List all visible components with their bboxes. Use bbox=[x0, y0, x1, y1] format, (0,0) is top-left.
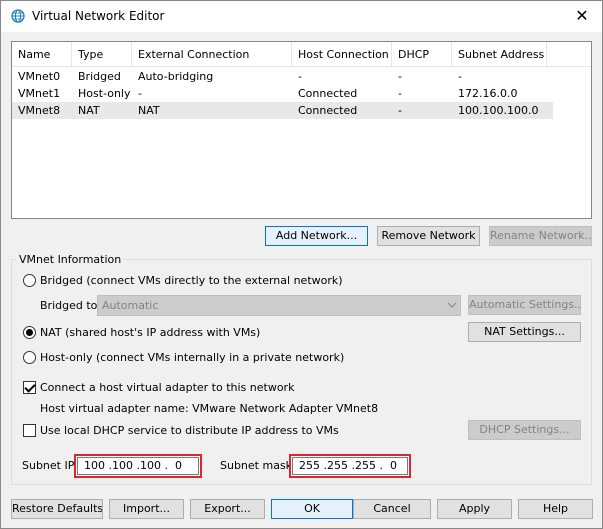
cell-external-connection: NAT bbox=[138, 104, 160, 117]
column-header-external-connection[interactable]: External Connection bbox=[132, 42, 292, 66]
add-network-button[interactable]: Add Network... bbox=[265, 226, 368, 246]
remove-network-button[interactable]: Remove Network bbox=[377, 226, 480, 246]
host-only-label[interactable]: Host-only (connect VMs internally in a p… bbox=[40, 351, 344, 364]
title-bar: Virtual Network Editor ✕ bbox=[1, 1, 602, 32]
nat-label[interactable]: NAT (shared host's IP address with VMs) bbox=[40, 326, 260, 339]
close-icon[interactable]: ✕ bbox=[572, 6, 592, 26]
table-row-selected[interactable]: VMnet8 NAT NAT Connected - 100.100.100.0 bbox=[12, 102, 553, 119]
virtual-network-editor-window: Virtual Network Editor ✕ Name Type Exter… bbox=[0, 0, 603, 529]
cell-subnet-address: 172.16.0.0 bbox=[458, 87, 518, 100]
connect-host-adapter-label[interactable]: Connect a host virtual adapter to this n… bbox=[40, 381, 294, 394]
export-button[interactable]: Export... bbox=[190, 499, 265, 519]
column-header-subnet-address[interactable]: Subnet Address bbox=[452, 42, 547, 66]
use-local-dhcp-checkbox[interactable] bbox=[23, 424, 36, 437]
subnet-ip-highlight: 100 .100 .100 . 0 bbox=[74, 454, 202, 478]
subnet-mask-input[interactable]: 255 .255 .255 . 0 bbox=[292, 457, 408, 475]
cell-external-connection: Auto-bridging bbox=[138, 70, 214, 83]
cell-type: NAT bbox=[78, 104, 100, 117]
bridged-to-value: Automatic bbox=[102, 299, 159, 312]
cell-name: VMnet1 bbox=[18, 87, 61, 100]
column-header-name[interactable]: Name bbox=[12, 42, 72, 66]
subnet-mask-highlight: 255 .255 .255 . 0 bbox=[289, 454, 411, 478]
use-local-dhcp-label[interactable]: Use local DHCP service to distribute IP … bbox=[40, 424, 339, 437]
column-header-host-connection[interactable]: Host Connection bbox=[292, 42, 392, 66]
cell-host-connection: Connected bbox=[298, 104, 358, 117]
cell-dhcp: - bbox=[398, 87, 402, 100]
help-button[interactable]: Help bbox=[518, 499, 593, 519]
chevron-down-icon bbox=[448, 302, 456, 308]
network-globe-icon bbox=[11, 9, 25, 23]
network-list[interactable]: Name Type External Connection Host Conne… bbox=[11, 41, 592, 219]
cell-host-connection: - bbox=[298, 70, 302, 83]
cell-type: Bridged bbox=[78, 70, 121, 83]
subnet-mask-label: Subnet mask: bbox=[220, 459, 296, 472]
cell-subnet-address: 100.100.100.0 bbox=[458, 104, 539, 117]
rename-network-button[interactable]: Rename Network... bbox=[489, 226, 592, 246]
column-header-dhcp[interactable]: DHCP bbox=[392, 42, 452, 66]
subnet-ip-label: Subnet IP: bbox=[22, 459, 79, 472]
cell-name: VMnet0 bbox=[18, 70, 61, 83]
vmnet-information-legend: VMnet Information bbox=[16, 253, 125, 266]
table-row[interactable]: VMnet1 Host-only - Connected - 172.16.0.… bbox=[12, 85, 553, 102]
vmnet-information-group bbox=[11, 259, 592, 485]
subnet-ip-input[interactable]: 100 .100 .100 . 0 bbox=[77, 457, 199, 475]
connect-host-adapter-checkbox[interactable] bbox=[23, 381, 36, 394]
window-title: Virtual Network Editor bbox=[32, 9, 165, 23]
host-adapter-name: Host virtual adapter name: VMware Networ… bbox=[40, 402, 379, 415]
dhcp-settings-button[interactable]: DHCP Settings... bbox=[468, 420, 581, 440]
nat-radio[interactable] bbox=[23, 326, 36, 339]
network-list-header: Name Type External Connection Host Conne… bbox=[12, 42, 591, 67]
table-row[interactable]: VMnet0 Bridged Auto-bridging - - - bbox=[12, 68, 553, 85]
ok-button[interactable]: OK bbox=[271, 499, 353, 519]
import-button[interactable]: Import... bbox=[109, 499, 184, 519]
cell-dhcp: - bbox=[398, 104, 402, 117]
cell-type: Host-only bbox=[78, 87, 131, 100]
cancel-button[interactable]: Cancel bbox=[353, 499, 431, 519]
column-header-type[interactable]: Type bbox=[72, 42, 132, 66]
cell-host-connection: Connected bbox=[298, 87, 358, 100]
bridged-to-label: Bridged to: bbox=[40, 299, 102, 312]
nat-settings-button[interactable]: NAT Settings... bbox=[468, 322, 581, 342]
bridged-label[interactable]: Bridged (connect VMs directly to the ext… bbox=[40, 274, 343, 287]
automatic-settings-button[interactable]: Automatic Settings... bbox=[468, 295, 581, 315]
apply-button[interactable]: Apply bbox=[437, 499, 512, 519]
bridged-to-select[interactable]: Automatic bbox=[97, 295, 461, 316]
cell-name: VMnet8 bbox=[18, 104, 61, 117]
cell-external-connection: - bbox=[138, 87, 142, 100]
cell-subnet-address: - bbox=[458, 70, 462, 83]
cell-dhcp: - bbox=[398, 70, 402, 83]
host-only-radio[interactable] bbox=[23, 351, 36, 364]
bridged-radio[interactable] bbox=[23, 274, 36, 287]
restore-defaults-button[interactable]: Restore Defaults bbox=[11, 499, 103, 519]
